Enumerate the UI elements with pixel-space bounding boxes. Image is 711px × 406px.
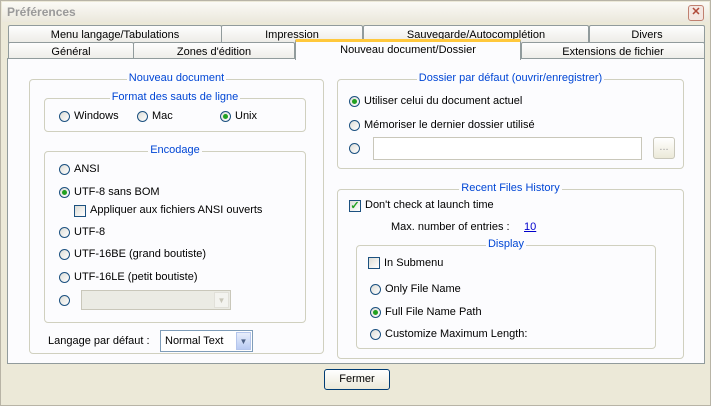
new-document-group: Nouveau document Format des sauts de lig… [29, 72, 324, 354]
radio-full-path[interactable] [370, 307, 381, 318]
label-only-file-name: Only File Name [385, 283, 461, 295]
label-unix: Unix [235, 110, 258, 122]
radio-mac[interactable] [137, 111, 148, 122]
other-encoding-combo[interactable]: ▼ [81, 290, 231, 310]
label-dont-check: Don't check at launch time [365, 199, 494, 211]
radio-utf16be[interactable] [59, 249, 70, 260]
encoding-title: Encodage [148, 144, 202, 156]
encoding-group: Encodage ANSI UTF-8 sans BOM Appliquer a… [44, 144, 306, 323]
chevron-down-icon[interactable]: ▼ [236, 332, 251, 350]
radio-customize-length[interactable] [370, 329, 381, 340]
recent-files-title: Recent Files History [459, 182, 562, 194]
radio-use-current-doc[interactable] [349, 96, 360, 107]
new-document-title: Nouveau document [126, 72, 227, 84]
label-utf8-no-bom: UTF-8 sans BOM [74, 186, 160, 198]
max-entries-label: Max. number of entries : [391, 221, 510, 233]
radio-ansi[interactable] [59, 164, 70, 175]
display-group: Display In Submenu Only File Name Full F… [356, 238, 656, 349]
radio-only-file-name[interactable] [370, 284, 381, 295]
label-utf8: UTF-8 [74, 226, 106, 238]
label-utf16le: UTF-16LE (petit boutiste) [74, 271, 198, 283]
line-endings-title: Format des sauts de ligne [109, 91, 241, 103]
label-use-current-doc: Utiliser celui du document actuel [364, 95, 523, 107]
label-in-submenu: In Submenu [384, 257, 444, 269]
radio-utf8[interactable] [59, 227, 70, 238]
title-bar[interactable]: Préférences ✕ [2, 2, 709, 22]
tab-panel: Nouveau document Format des sauts de lig… [7, 58, 705, 364]
radio-other-encoding[interactable] [59, 295, 70, 306]
label-apply-ansi: Appliquer aux fichiers ANSI ouverts [90, 204, 263, 216]
label-customize-length: Customize Maximum Length: [385, 328, 528, 340]
display-title: Display [485, 238, 527, 250]
recent-files-group: Recent Files History ✓ Don't check at la… [337, 182, 684, 359]
default-dir-group: Dossier par défaut (ouvrir/enregistrer) … [337, 72, 684, 169]
close-icon[interactable]: ✕ [688, 5, 704, 21]
label-full-path: Full File Name Path [385, 306, 482, 318]
radio-utf8-no-bom[interactable] [59, 187, 70, 198]
default-lang-value: Normal Text [165, 335, 224, 347]
dont-check-checkbox[interactable]: ✓ [349, 200, 361, 212]
tab-menu-langage[interactable]: Menu langage/Tabulations [8, 25, 222, 43]
label-windows: Windows [74, 110, 119, 122]
preferences-dialog: Préférences ✕ Menu langage/Tabulations I… [0, 0, 711, 406]
label-utf16be: UTF-16BE (grand boutiste) [74, 248, 207, 260]
dialog-title: Préférences [7, 5, 76, 19]
default-lang-combo[interactable]: Normal Text ▼ [160, 330, 253, 352]
line-endings-group: Format des sauts de ligne Windows Mac Un… [44, 91, 306, 132]
label-mac: Mac [152, 110, 173, 122]
default-dir-title: Dossier par défaut (ouvrir/enregistrer) [416, 72, 605, 84]
radio-remember-last[interactable] [349, 120, 360, 131]
close-button[interactable]: Fermer [324, 369, 390, 390]
apply-ansi-checkbox[interactable] [74, 205, 86, 217]
radio-utf16le[interactable] [59, 272, 70, 283]
radio-custom-dir[interactable] [349, 143, 360, 154]
custom-dir-input[interactable] [373, 137, 642, 160]
radio-unix[interactable] [220, 111, 231, 122]
radio-windows[interactable] [59, 111, 70, 122]
label-ansi: ANSI [74, 163, 100, 175]
tab-nouveau-document[interactable]: Nouveau document/Dossier [295, 39, 521, 60]
label-remember-last: Mémoriser le dernier dossier utilisé [364, 119, 535, 131]
tab-divers[interactable]: Divers [589, 25, 705, 43]
default-lang-label: Langage par défaut : [48, 335, 150, 347]
chevron-down-icon[interactable]: ▼ [214, 292, 229, 308]
max-entries-value[interactable]: 10 [524, 221, 536, 233]
in-submenu-checkbox[interactable] [368, 257, 380, 269]
browse-button[interactable]: ... [653, 137, 675, 159]
